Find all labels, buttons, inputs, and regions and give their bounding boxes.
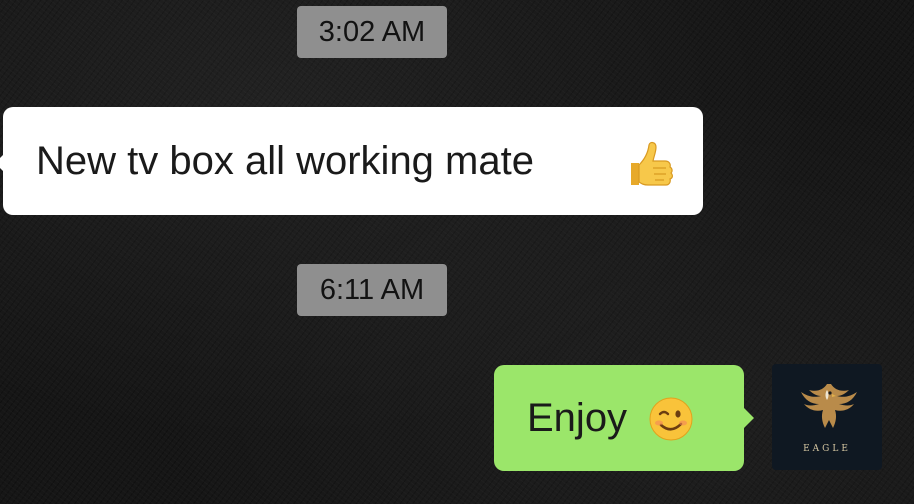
incoming-message-bubble[interactable]: New tv box all working mate [0, 107, 703, 215]
outgoing-message-bubble[interactable]: Enjoy [494, 365, 754, 471]
message-text: New tv box all working mate [36, 139, 534, 183]
eagle-icon [801, 384, 857, 428]
winking-face-icon [649, 397, 693, 441]
avatar-caption: EAGLE [803, 444, 851, 454]
timestamp-chip: 6:11 AM [297, 264, 447, 316]
thumbs-up-icon [631, 141, 673, 186]
message-text: Enjoy [527, 396, 628, 440]
bubble-tail [0, 153, 5, 173]
avatar[interactable]: EAGLE [772, 364, 882, 470]
bubble-tail [743, 407, 754, 429]
timestamp-chip: 3:02 AM [297, 6, 447, 58]
chat-wallpaper: 3:02 AM New tv box all working mate 6:11… [0, 0, 914, 504]
